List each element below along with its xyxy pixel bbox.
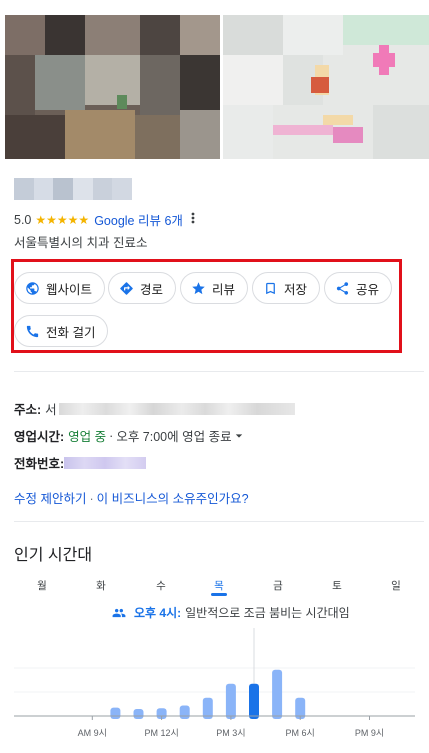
website-label: 웹사이트 bbox=[46, 282, 93, 297]
chart-bar-PM 5시[interactable] bbox=[272, 669, 283, 719]
live-busyness: 오후 4시: 일반적으로 조금 붐비는 시간대임 bbox=[112, 604, 350, 621]
popular-times-title: 인기 시간대 bbox=[14, 547, 93, 564]
chart-bar-PM 4시[interactable] bbox=[249, 683, 259, 719]
bookmark-icon bbox=[266, 282, 275, 294]
reviews-button[interactable]: 리뷰 bbox=[180, 272, 249, 304]
live-time: 오후 4시: bbox=[134, 606, 182, 620]
reviews-link[interactable]: Google 리뷰 6개 bbox=[94, 210, 183, 229]
rating-row: 5.0 ★★★★★ Google 리뷰 6개 bbox=[14, 210, 195, 229]
business-category: 서울특별시의 치과 진료소 bbox=[14, 236, 148, 250]
website-button[interactable]: 웹사이트 bbox=[14, 272, 106, 304]
day-tab-wed[interactable]: 수 bbox=[151, 578, 171, 593]
chart-x-tick-label: AM 9시 bbox=[77, 728, 107, 738]
photo-strip[interactable] bbox=[5, 15, 429, 159]
call-label: 전화 걸기 bbox=[46, 325, 96, 340]
phone-icon bbox=[26, 325, 39, 337]
hours-label: 영업시간: bbox=[14, 430, 65, 444]
hours-row: 영업시간: 영업 중 · 오후 7:00에 영업 종료 bbox=[14, 426, 243, 445]
open-status: 영업 중 bbox=[68, 430, 107, 444]
directions-icon bbox=[120, 281, 133, 295]
map-thumbnail[interactable] bbox=[223, 15, 429, 159]
suggest-separator: · bbox=[89, 492, 94, 506]
call-button[interactable]: 전화 걸기 bbox=[14, 315, 109, 347]
day-tab-sat[interactable]: 토 bbox=[327, 578, 347, 593]
day-tab-sun[interactable]: 일 bbox=[386, 578, 406, 593]
chart-x-tick-label: PM 12시 bbox=[144, 728, 179, 738]
address-redacted bbox=[58, 402, 295, 415]
chart-bar-AM 11시[interactable] bbox=[133, 709, 144, 719]
address-value[interactable]: 서 bbox=[45, 399, 57, 418]
hours-detail[interactable]: 오후 7:00에 영업 종료 bbox=[116, 426, 231, 445]
suggest-edit-link[interactable]: 수정 제안하기 bbox=[14, 492, 86, 506]
day-tab-mon[interactable]: 월 bbox=[32, 578, 52, 593]
chart-x-tick-label: PM 6시 bbox=[285, 728, 315, 738]
globe-icon bbox=[26, 281, 39, 295]
address-label: 주소: bbox=[14, 403, 42, 417]
save-button[interactable]: 저장 bbox=[252, 272, 321, 304]
live-description: 일반적으로 조금 붐비는 시간대임 bbox=[185, 606, 350, 620]
divider bbox=[14, 371, 424, 372]
star-icon bbox=[192, 281, 205, 294]
rating-stars: ★★★★★ bbox=[35, 212, 90, 227]
people-icon bbox=[112, 608, 126, 617]
address-row: 주소: 서 bbox=[14, 399, 295, 418]
chevron-down-icon[interactable] bbox=[235, 432, 243, 440]
chart-x-tick-label: PM 3시 bbox=[216, 728, 246, 738]
day-tab-thu[interactable]: 목 bbox=[209, 578, 229, 593]
selected-day-indicator bbox=[211, 593, 227, 596]
phone-redacted[interactable] bbox=[64, 456, 147, 469]
day-tab-fri[interactable]: 금 bbox=[268, 578, 288, 593]
directions-button[interactable]: 경로 bbox=[108, 272, 177, 304]
chart-bar-AM 10시[interactable] bbox=[110, 707, 121, 719]
day-tab-tue[interactable]: 화 bbox=[91, 578, 111, 593]
chart-bar-PM 1시[interactable] bbox=[179, 705, 190, 720]
directions-label: 경로 bbox=[140, 282, 164, 297]
chart-bar-PM 3시[interactable] bbox=[225, 683, 236, 719]
business-name-redacted bbox=[14, 178, 133, 200]
business-photo[interactable] bbox=[5, 15, 220, 159]
divider bbox=[14, 521, 424, 522]
phone-label: 전화번호: bbox=[14, 457, 65, 471]
owner-link[interactable]: 이 비즈니스의 소유주인가요? bbox=[97, 492, 249, 506]
save-label: 저장 bbox=[284, 282, 308, 297]
rating-value: 5.0 bbox=[14, 212, 32, 227]
share-icon bbox=[336, 281, 349, 295]
share-button[interactable]: 공유 bbox=[324, 272, 393, 304]
chart-x-tick-label: PM 9시 bbox=[354, 728, 385, 738]
suggest-row: 수정 제안하기 · 이 비즈니스의 소유주인가요? bbox=[14, 488, 249, 507]
hours-separator: · bbox=[109, 428, 114, 443]
more-vert-icon[interactable] bbox=[191, 212, 195, 227]
reviews-label: 리뷰 bbox=[212, 282, 236, 297]
phone-row: 전화번호: bbox=[14, 453, 147, 472]
share-label: 공유 bbox=[356, 282, 380, 297]
